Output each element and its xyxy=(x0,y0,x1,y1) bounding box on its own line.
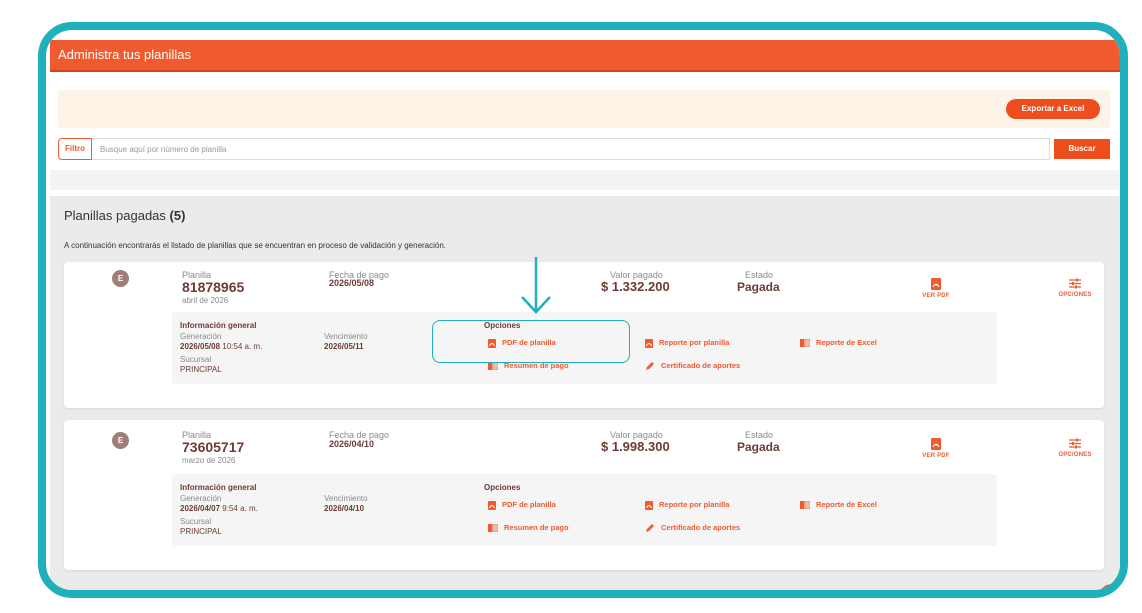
paid-planillas-section: Planillas pagadas (5) A continuación enc… xyxy=(50,196,1120,590)
branch-value: PRINCIPAL xyxy=(180,527,222,536)
section-spacer xyxy=(50,170,1120,190)
reporte-planilla-option-label: Reporte por planilla xyxy=(659,338,730,347)
pencil-icon xyxy=(646,524,654,533)
screenshot-frame: Administra tus planillas Exportar a Exce… xyxy=(38,22,1128,598)
status-badge: Pagada xyxy=(737,280,780,294)
status-badge: Pagada xyxy=(737,440,780,454)
resumen-option-link[interactable]: Resumen de pago xyxy=(488,523,569,533)
page-header: Administra tus planillas xyxy=(50,40,1120,72)
resumen-option-label: Resumen de pago xyxy=(504,523,569,532)
page-title: Administra tus planillas xyxy=(58,47,191,62)
generation-date: 2026/04/07 xyxy=(180,504,221,513)
due-date: 2026/05/11 xyxy=(324,342,364,351)
search-bar: Filtro Buscar xyxy=(58,138,1110,160)
pdf-icon xyxy=(645,338,653,348)
export-panel: Exportar a Excel xyxy=(58,90,1110,128)
amount-paid: $ 1.998.300 xyxy=(601,439,670,454)
search-input[interactable] xyxy=(92,138,1050,160)
options-title: Opciones xyxy=(484,483,521,492)
amount-paid: $ 1.332.200 xyxy=(601,279,670,294)
generation-date: 2026/05/08 xyxy=(180,342,221,351)
branch-label: Sucursal xyxy=(180,355,212,364)
certificado-option-link[interactable]: Certificado de aportes xyxy=(645,361,740,371)
reporte-planilla-option-link[interactable]: Reporte por planilla xyxy=(645,500,729,510)
due-date-label: Vencimiento xyxy=(324,332,368,341)
info-general-title: Información general xyxy=(180,321,257,330)
certificado-option-label: Certificado de aportes xyxy=(661,361,741,370)
pdf-icon xyxy=(931,278,941,290)
section-title: Planillas pagadas (5) xyxy=(64,208,185,223)
planilla-card: E Planilla 73605717 marzo de 2026 Fecha … xyxy=(64,420,1104,570)
excel-icon xyxy=(488,361,499,371)
payment-date: 2026/05/08 xyxy=(329,278,375,288)
view-pdf-button[interactable]: VER PDF xyxy=(911,278,961,299)
section-title-text: Planillas pagadas xyxy=(64,208,166,223)
generation-datetime: 2026/04/07 9:54 a. m. xyxy=(180,504,258,513)
info-general-title: Información general xyxy=(180,483,257,492)
reporte-planilla-option-link[interactable]: Reporte por planilla xyxy=(645,338,729,348)
pdf-icon xyxy=(645,500,653,510)
reporte-excel-option-link[interactable]: Reporte de Excel xyxy=(800,338,877,348)
pdf-icon xyxy=(488,500,496,510)
planilla-number: 73605717 xyxy=(182,439,245,455)
reporte-excel-option-label: Reporte de Excel xyxy=(816,500,877,509)
excel-icon xyxy=(800,500,811,510)
reporte-excel-option-link[interactable]: Reporte de Excel xyxy=(800,500,877,510)
sliders-icon xyxy=(1069,438,1081,449)
planilla-details: Información general Generación 2026/04/0… xyxy=(172,474,997,546)
planilla-period: marzo de 2026 xyxy=(182,456,236,465)
filter-button[interactable]: Filtro xyxy=(58,138,92,160)
status-label: Estado xyxy=(745,270,774,280)
options-button[interactable]: OPCIONES xyxy=(1050,278,1100,298)
planilla-period: abril de 2026 xyxy=(182,296,229,305)
due-date-label: Vencimiento xyxy=(324,494,368,503)
options-button[interactable]: OPCIONES xyxy=(1050,438,1100,458)
arrow-down-icon xyxy=(521,257,551,314)
pdf-option-label: PDF de planilla xyxy=(502,500,556,509)
certificado-option-link[interactable]: Certificado de aportes xyxy=(645,523,740,533)
generation-label: Generación xyxy=(180,332,222,341)
branch-label: Sucursal xyxy=(180,517,212,526)
options-label: OPCIONES xyxy=(1058,292,1092,298)
reporte-excel-option-label: Reporte de Excel xyxy=(816,338,877,347)
branch-value: PRINCIPAL xyxy=(180,365,222,374)
page-content: Administra tus planillas Exportar a Exce… xyxy=(46,30,1120,590)
due-date: 2026/04/10 xyxy=(324,504,365,513)
pdf-icon xyxy=(931,438,941,450)
status-label: Estado xyxy=(745,430,774,440)
options-label: OPCIONES xyxy=(1058,452,1092,458)
section-count: (5) xyxy=(169,208,186,223)
pdf-option-link[interactable]: PDF de planilla xyxy=(488,500,556,510)
planilla-number: 81878965 xyxy=(182,279,245,295)
certificado-option-label: Certificado de aportes xyxy=(661,523,741,532)
floating-action-button[interactable] xyxy=(1098,584,1120,590)
pencil-icon xyxy=(646,362,654,371)
view-pdf-label: VER PDF xyxy=(922,453,950,459)
section-description: A continuación encontrarás el listado de… xyxy=(64,241,447,250)
avatar: E xyxy=(112,270,129,287)
payment-date: 2026/04/10 xyxy=(329,439,375,449)
export-excel-button[interactable]: Exportar a Excel xyxy=(1006,99,1100,119)
generation-datetime: 2026/05/08 10:54 a. m. xyxy=(180,342,262,351)
generation-time: 9:54 a. m. xyxy=(220,504,258,513)
view-pdf-button[interactable]: VER PDF xyxy=(911,438,961,459)
excel-icon xyxy=(800,338,811,348)
highlight-box xyxy=(432,320,630,363)
avatar: E xyxy=(112,432,129,449)
generation-label: Generación xyxy=(180,494,222,503)
search-button[interactable]: Buscar xyxy=(1054,139,1110,159)
reporte-planilla-option-label: Reporte por planilla xyxy=(659,500,730,509)
view-pdf-label: VER PDF xyxy=(922,293,950,299)
generation-time: 10:54 a. m. xyxy=(220,342,263,351)
sliders-icon xyxy=(1069,278,1081,289)
header-divider xyxy=(50,70,1120,72)
excel-icon xyxy=(488,523,499,533)
